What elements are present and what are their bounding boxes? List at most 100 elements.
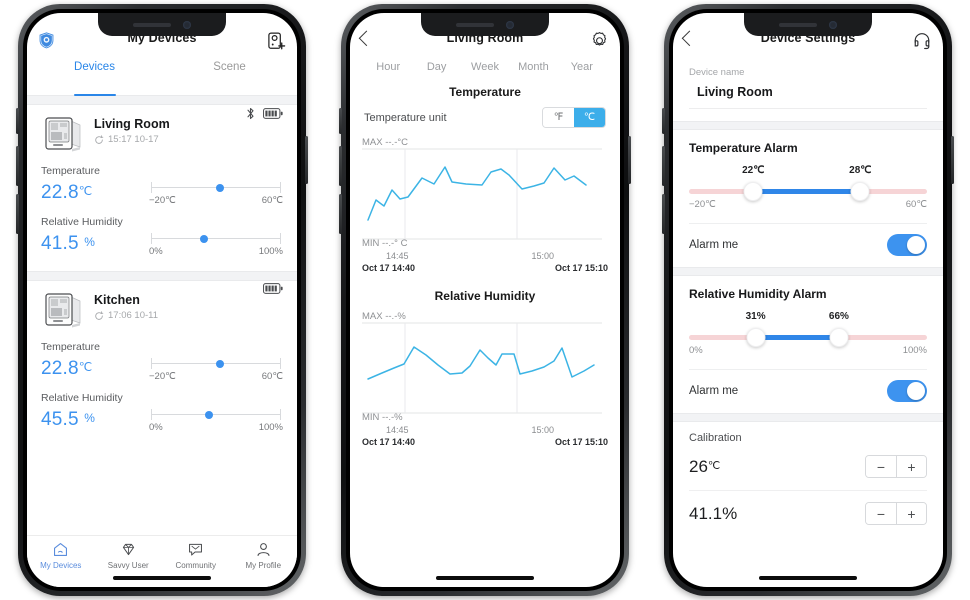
gear-icon [592,32,607,46]
increment-button[interactable]: + [896,503,926,524]
range-tab-hour[interactable]: Hour [364,61,412,73]
add-device-icon[interactable] [267,31,286,50]
gauge-cap-right [279,358,281,369]
unit-option-fahrenheit[interactable]: ℉ [543,108,574,127]
metric-temperature-label: Temperature [41,165,100,177]
humidity-gauge[interactable]: 0% 100% [149,405,283,435]
phone-my-devices: My Devices Devices Scene Living Room 15:… [16,4,308,596]
range-tab-month[interactable]: Month [509,61,557,73]
slider-range-max: 100% [902,345,927,356]
humidity-number: 45.5 [41,409,79,430]
temperature-unit-toggle[interactable]: ℉ ℃ [542,107,606,128]
gauge-max-label: 100% [258,422,283,433]
top-tabs: Devices Scene [27,57,297,95]
phone-device-settings: Device Settings Device name Living Room … [662,4,954,596]
humidity-alarm-range-slider[interactable]: 31% 66% 0% 100% [689,311,927,361]
slider-range-min: 0% [689,345,703,356]
gauge-cap-left [151,409,153,420]
device-timestamp: 15:17 10-17 [94,134,170,145]
back-button[interactable] [358,30,375,47]
metric-humidity-label: Relative Humidity [41,216,123,228]
earpiece-speaker [779,22,817,27]
calibration-row-humidity: 41.1% − + [689,490,927,537]
tab-scene-label: Scene [213,61,246,73]
decrement-button[interactable]: − [866,503,896,524]
range-tab-year[interactable]: Year [558,61,606,73]
device-identity: Kitchen 17:06 10-11 [94,287,158,321]
tick-1445: 14:45 [386,425,409,435]
section-divider [673,413,943,422]
range-tab-day[interactable]: Day [412,61,460,73]
gauge-knob[interactable] [216,183,225,192]
device-name: Living Room [94,117,170,131]
slider-knob-low[interactable] [746,328,766,347]
gauge-min-label: −20℃ [149,195,176,206]
support-button[interactable] [912,31,932,50]
decrement-button[interactable]: − [866,456,896,477]
tab-scene[interactable]: Scene [162,57,297,95]
slider-knob-high[interactable] [850,182,870,201]
device-name-value[interactable]: Living Room [689,78,927,109]
earpiece-speaker [456,22,494,27]
sidebar-item-my-profile[interactable]: My Profile [230,536,298,575]
calibration-title: Calibration [689,432,742,444]
chart-max-label: MAX --.-% [362,311,406,322]
refresh-icon [95,310,104,320]
back-button[interactable] [681,30,698,47]
home-indicator [436,576,534,580]
temperature-alarm-range-slider[interactable]: 22℃ 28℃ −20℃ 60℃ [689,165,927,215]
chevron-left-icon [358,30,375,47]
home-indicator [113,576,211,580]
gauge-knob[interactable] [216,359,225,368]
calibration-humidity-stepper[interactable]: − + [865,502,927,525]
temperature-gauge[interactable]: −20℃ 60℃ [149,178,283,208]
settings-button[interactable] [590,31,609,50]
alarm-me-toggle[interactable] [887,380,927,402]
humidity-unit: % [84,235,96,249]
temperature-gauge[interactable]: −20℃ 60℃ [149,354,283,384]
tab-devices[interactable]: Devices [27,57,162,95]
gauge-knob[interactable] [205,410,214,419]
device-name: Kitchen [94,293,140,307]
range-tab-week[interactable]: Week [461,61,509,73]
temperature-unit-row: Temperature unit ℉ ℃ [350,107,620,137]
metric-humidity-value: 41.5 % [41,233,149,255]
sidebar-item-savvy-user[interactable]: Savvy User [95,536,163,575]
notch [421,13,549,36]
slider-knob-high[interactable] [829,328,849,347]
section-divider [673,121,943,130]
slider-knob-low[interactable] [743,182,763,201]
section-divider [673,267,943,276]
device-name-field[interactable]: Device name Living Room [673,57,943,109]
gauge-max-label: 60℃ [261,371,283,382]
chart-humidity: MAX --.-% MIN --.-% [350,311,620,423]
device-card-living-room[interactable]: Living Room 15:17 10-17 Temperature 22.8… [27,105,297,271]
section-divider [27,95,297,105]
temperature-unit: ℃ [78,360,93,374]
sidebar-item-community[interactable]: Community [162,536,230,575]
shield-logo-icon[interactable] [38,31,55,49]
unit-option-celsius[interactable]: ℃ [574,108,605,127]
sidebar-item-my-devices[interactable]: My Devices [27,536,95,575]
gauge-min-label: −20℃ [149,371,176,382]
slider-high-value: 28℃ [849,165,872,176]
battery-icon [263,108,283,119]
alarm-me-label: Alarm me [689,239,739,251]
phone-screen: My Devices Devices Scene Living Room 15:… [27,13,297,587]
metric-temperature: Temperature 22.8℃ −20℃ 60℃ [41,165,283,208]
refresh-icon [95,134,104,144]
increment-button[interactable]: + [896,456,926,477]
chart-humidity-range: Oct 17 14:40 Oct 17 15:10 [350,435,620,447]
device-card-header: Living Room 15:17 10-17 [41,107,283,157]
humidity-gauge[interactable]: 0% 100% [149,229,283,259]
gauge-knob[interactable] [199,234,208,243]
metric-temperature: Temperature 22.8℃ −20℃ 60℃ [41,341,283,384]
metric-temperature-value: 22.8℃ [41,358,149,380]
power-button [305,136,308,184]
gauge-min-label: 0% [149,246,163,257]
calibration-humidity-value: 41.1% [689,503,738,523]
device-card-kitchen[interactable]: Kitchen 17:06 10-11 Temperature 22.8℃ −2… [27,281,297,447]
calibration-temperature-stepper[interactable]: − + [865,455,927,478]
alarm-me-toggle[interactable] [887,234,927,256]
home-icon [54,542,68,557]
